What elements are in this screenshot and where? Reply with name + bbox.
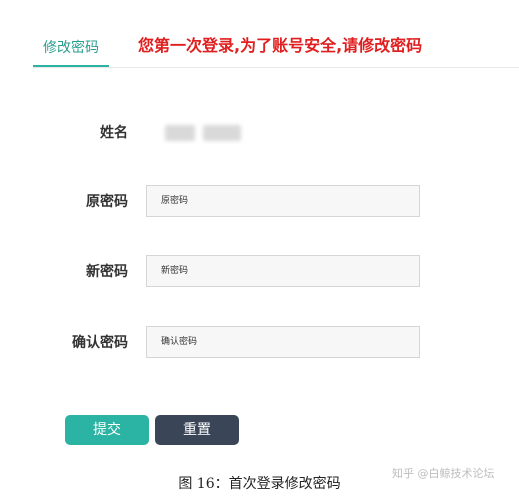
tab-change-password-label: 修改密码 [43,40,99,56]
new-password-input[interactable] [147,256,419,286]
new-password-field-wrapper [146,255,420,287]
confirm-password-label: 确认密码 [72,335,128,351]
security-notice: 您第一次登录,为了账号安全,请修改密码 [138,36,423,55]
tab-divider [33,67,519,68]
old-password-label: 原密码 [86,194,128,210]
tab-bar: 修改密码 您第一次登录,为了账号安全,请修改密码 [0,0,519,70]
name-label: 姓名 [100,125,128,141]
tab-change-password[interactable]: 修改密码 [33,34,109,66]
name-value-redacted [165,123,243,143]
reset-button[interactable]: 重置 [155,415,239,445]
old-password-field-wrapper [146,185,420,217]
confirm-password-field-wrapper [146,326,420,358]
figure-caption: 图 16：首次登录修改密码 [178,476,341,492]
new-password-label: 新密码 [86,264,128,280]
submit-button[interactable]: 提交 [65,415,149,445]
confirm-password-input[interactable] [147,327,419,357]
old-password-input[interactable] [147,186,419,216]
